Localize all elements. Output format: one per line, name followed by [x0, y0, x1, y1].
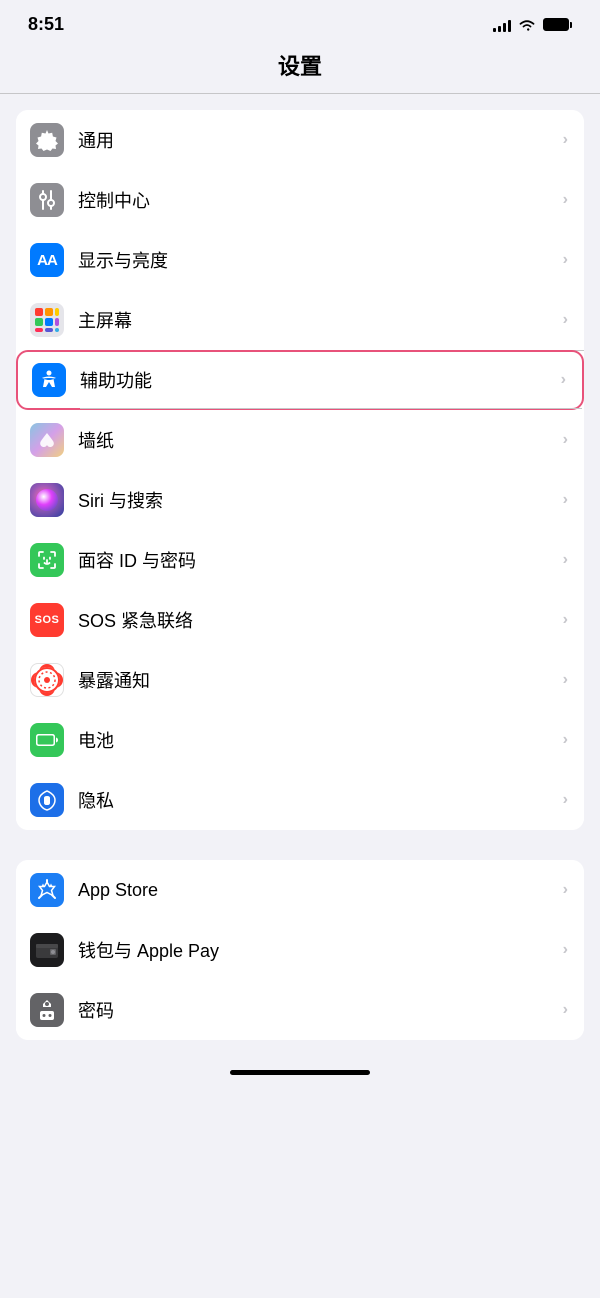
- settings-item-passwords[interactable]: 密码 ›: [16, 980, 584, 1040]
- battery-label: 电池: [78, 727, 563, 753]
- settings-item-general[interactable]: 通用 ›: [16, 110, 584, 170]
- sos-icon: SOS: [30, 603, 64, 637]
- exposure-icon: [30, 663, 64, 697]
- passwords-label: 密码: [78, 997, 563, 1023]
- title-divider: [0, 93, 600, 94]
- siri-icon: [30, 483, 64, 517]
- home-screen-label: 主屏幕: [78, 307, 563, 333]
- page-title-bar: 设置: [0, 43, 600, 93]
- settings-item-wallpaper[interactable]: 墙纸 ›: [16, 410, 584, 470]
- wallet-icon: [30, 933, 64, 967]
- privacy-chevron: ›: [563, 791, 568, 809]
- appstore-label: App Store: [78, 880, 563, 901]
- appstore-icon: [30, 873, 64, 907]
- general-chevron: ›: [563, 131, 568, 149]
- exposure-chevron: ›: [563, 671, 568, 689]
- faceid-label: 面容 ID 与密码: [78, 547, 563, 573]
- control-center-icon: [30, 183, 64, 217]
- signal-icon: [493, 18, 511, 32]
- privacy-label: 隐私: [78, 787, 563, 813]
- display-label: 显示与亮度: [78, 247, 563, 273]
- display-chevron: ›: [563, 251, 568, 269]
- wallpaper-chevron: ›: [563, 431, 568, 449]
- general-label: 通用: [78, 127, 563, 153]
- home-indicator-area: [0, 1056, 600, 1083]
- settings-group-1: 通用 › 控制中心 › AA 显示与亮度 ›: [16, 110, 584, 830]
- settings-item-appstore[interactable]: App Store ›: [16, 860, 584, 920]
- settings-item-privacy[interactable]: 隐私 ›: [16, 770, 584, 830]
- appstore-chevron: ›: [563, 881, 568, 899]
- settings-item-display[interactable]: AA 显示与亮度 ›: [16, 230, 584, 290]
- passwords-chevron: ›: [563, 1001, 568, 1019]
- accessibility-chevron: ›: [561, 371, 566, 389]
- control-center-chevron: ›: [563, 191, 568, 209]
- wallpaper-label: 墙纸: [78, 427, 563, 453]
- accessibility-label: 辅助功能: [80, 367, 561, 393]
- status-time: 8:51: [28, 14, 64, 35]
- settings-item-home-screen[interactable]: 主屏幕 ›: [16, 290, 584, 350]
- home-bar: [230, 1070, 370, 1075]
- settings-item-accessibility[interactable]: 辅助功能 ›: [16, 350, 584, 410]
- sos-chevron: ›: [563, 611, 568, 629]
- home-screen-chevron: ›: [563, 311, 568, 329]
- accessibility-icon: [32, 363, 66, 397]
- settings-item-wallet[interactable]: 钱包与 Apple Pay ›: [16, 920, 584, 980]
- status-bar: 8:51: [0, 0, 600, 43]
- display-icon: AA: [30, 243, 64, 277]
- settings-item-sos[interactable]: SOS SOS 紧急联络 ›: [16, 590, 584, 650]
- sos-label: SOS 紧急联络: [78, 607, 563, 633]
- status-icons: [493, 18, 572, 32]
- battery-icon: [543, 18, 572, 31]
- privacy-icon: [30, 783, 64, 817]
- siri-chevron: ›: [563, 491, 568, 509]
- siri-label: Siri 与搜索: [78, 487, 563, 513]
- wallet-chevron: ›: [563, 941, 568, 959]
- control-center-label: 控制中心: [78, 187, 563, 213]
- battery-setting-icon: [30, 723, 64, 757]
- faceid-icon: [30, 543, 64, 577]
- faceid-chevron: ›: [563, 551, 568, 569]
- page-title: 设置: [278, 54, 322, 79]
- wifi-icon: [518, 18, 536, 32]
- settings-item-exposure[interactable]: 暴露通知 ›: [16, 650, 584, 710]
- wallet-label: 钱包与 Apple Pay: [78, 937, 563, 963]
- passwords-icon: [30, 993, 64, 1027]
- battery-chevron: ›: [563, 731, 568, 749]
- settings-item-battery[interactable]: 电池 ›: [16, 710, 584, 770]
- settings-item-siri[interactable]: Siri 与搜索 ›: [16, 470, 584, 530]
- wallpaper-icon: [30, 423, 64, 457]
- general-icon: [30, 123, 64, 157]
- settings-item-control-center[interactable]: 控制中心 ›: [16, 170, 584, 230]
- exposure-label: 暴露通知: [78, 667, 563, 693]
- settings-item-faceid[interactable]: 面容 ID 与密码 ›: [16, 530, 584, 590]
- home-screen-icon: [30, 303, 64, 337]
- settings-group-2: App Store › 钱包与 Apple Pay › 密码: [16, 860, 584, 1040]
